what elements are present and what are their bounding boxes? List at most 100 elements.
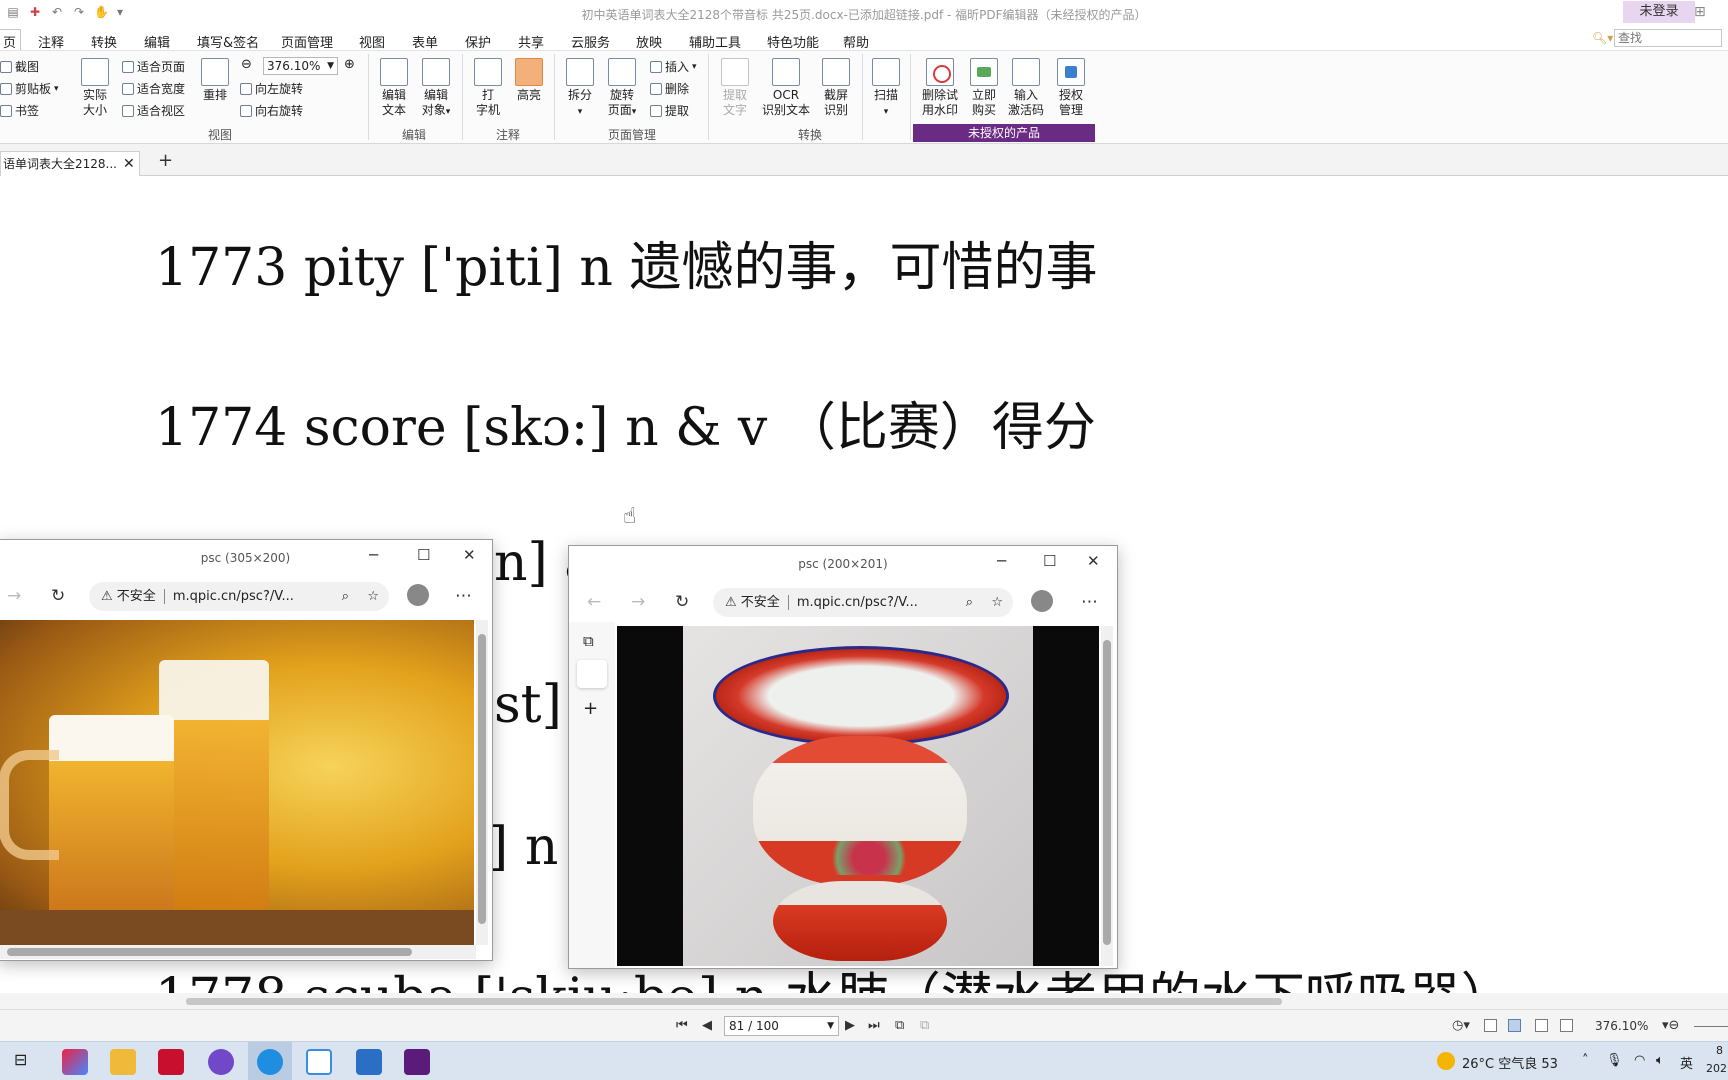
browser-popup-vase[interactable]: psc (200×201) ─ ☐ ✕ ← → ↻ ⚠ 不安全 m.qpic.cn… <box>568 545 1118 969</box>
scrollbar-thumb[interactable] <box>478 634 486 924</box>
status-zoom[interactable]: 376.10% <box>1595 1019 1648 1033</box>
app-blue-icon[interactable] <box>356 1049 382 1075</box>
zoom-out-icon[interactable]: ⊖ <box>241 57 252 72</box>
apps-grid-icon[interactable]: ⊞ <box>1694 4 1712 22</box>
volume-icon[interactable]: 🔈︎ <box>1656 1053 1664 1068</box>
actual-size-button[interactable]: 实际 大小 <box>80 58 110 118</box>
forward-icon[interactable]: → <box>7 586 21 606</box>
prev-page-icon[interactable]: ◀ <box>702 1018 712 1033</box>
tab-share[interactable]: 共享 <box>518 32 544 51</box>
microphone-icon[interactable]: 🎙︎ <box>1606 1053 1623 1068</box>
tab-slideshow[interactable]: 放映 <box>636 32 662 51</box>
foxit-icon[interactable] <box>158 1049 184 1075</box>
tab-fill-sign[interactable]: 填写&签名 <box>197 32 259 51</box>
zoom-select[interactable]: 376.10% ▼ <box>263 57 338 75</box>
tab-cloud[interactable]: 云服务 <box>571 32 610 51</box>
new-tab-icon[interactable]: + <box>158 150 173 171</box>
ime-indicator[interactable]: 英 <box>1680 1053 1693 1072</box>
zoom-slider[interactable] <box>1694 1026 1728 1027</box>
current-tab-thumbnail[interactable] <box>577 660 607 688</box>
edit-object-button[interactable]: 编辑 对象▾ <box>418 58 454 120</box>
close-icon[interactable]: ✕ <box>463 546 476 564</box>
clock-time[interactable]: 8 <box>1716 1044 1723 1057</box>
remove-watermark-button[interactable]: 删除试 用水印 <box>918 58 962 118</box>
horizontal-scrollbar[interactable] <box>0 945 476 959</box>
favorite-icon[interactable]: ☆ <box>991 588 1003 617</box>
scan-button[interactable]: 扫描 ▾ <box>870 58 902 120</box>
task-view-icon[interactable]: ⊟ <box>14 1050 27 1069</box>
facing-page-icon[interactable] <box>1535 1019 1548 1032</box>
horizontal-scrollbar[interactable] <box>0 993 1728 1009</box>
minimize-icon[interactable]: ─ <box>997 552 1006 570</box>
more-options-icon[interactable]: ⋯ <box>1081 592 1098 612</box>
tab-actions-icon[interactable]: ⧉ <box>583 632 594 650</box>
weather-text[interactable]: 26°C 空气良 53 <box>1462 1053 1558 1072</box>
last-page-icon[interactable]: ⏭ <box>868 1018 880 1033</box>
scrollbar-thumb[interactable] <box>7 948 412 956</box>
reflow-button[interactable]: 重排 <box>200 58 230 103</box>
license-manage-button[interactable]: 授权 管理 <box>1054 58 1088 118</box>
address-bar[interactable]: ⚠ 不安全 m.qpic.cn/psc?/V... ⌕ ☆ <box>89 582 389 611</box>
minimize-icon[interactable]: ─ <box>369 546 378 564</box>
tab-features[interactable]: 特色功能 <box>767 32 819 51</box>
more-options-icon[interactable]: ⋯ <box>455 586 472 606</box>
network-icon[interactable]: ◠ <box>1634 1053 1645 1068</box>
close-icon[interactable]: ✕ <box>123 152 135 176</box>
next-page-icon[interactable]: ▶ <box>845 1018 855 1033</box>
zoom-in-icon[interactable]: ⊕ <box>344 57 355 72</box>
page-number-input[interactable]: 81 / 100 ▼ <box>724 1016 839 1036</box>
forward-icon[interactable]: → <box>631 592 645 612</box>
edit-text-button[interactable]: 编辑 文本 <box>378 58 410 118</box>
zoom-icon[interactable]: ⌕ <box>342 582 349 611</box>
rotate-page-button[interactable]: 旋转 页面▾ <box>604 58 640 120</box>
profile-avatar[interactable] <box>407 584 429 606</box>
app-circle-icon[interactable] <box>208 1049 234 1075</box>
extract-page-button[interactable]: 提取 <box>650 102 689 119</box>
tab-page-management[interactable]: 页面管理 <box>281 32 333 51</box>
delete-page-button[interactable]: 删除 <box>650 80 689 97</box>
tab-convert[interactable]: 转换 <box>91 32 117 51</box>
back-icon[interactable]: ← <box>587 592 601 612</box>
file-explorer-icon[interactable] <box>110 1049 136 1075</box>
vertical-scrollbar[interactable] <box>476 620 488 945</box>
refresh-icon[interactable]: ↻ <box>51 586 65 606</box>
clock-date[interactable]: 202 <box>1706 1062 1727 1075</box>
first-page-icon[interactable]: ⏮ <box>676 1018 688 1033</box>
prev-view-icon[interactable]: ⧉ <box>895 1018 904 1033</box>
bookmark-button[interactable]: 书签 <box>0 102 39 119</box>
close-icon[interactable]: ✕ <box>1087 552 1100 570</box>
address-bar[interactable]: ⚠ 不安全 m.qpic.cn/psc?/V... ⌕ ☆ <box>713 588 1013 617</box>
split-button[interactable]: 拆分 ▾ <box>565 58 595 120</box>
activate-code-button[interactable]: 输入 激活码 <box>1006 58 1046 118</box>
app-pinned-icon[interactable] <box>62 1049 88 1075</box>
fit-width-button[interactable]: 适合宽度 <box>122 80 185 97</box>
highlight-button[interactable]: 高亮 <box>514 58 544 103</box>
tab-edit[interactable]: 编辑 <box>144 32 170 51</box>
show-hidden-icons-icon[interactable]: ˄ <box>1582 1053 1589 1068</box>
ocr-button[interactable]: OCR 识别文本 <box>760 58 812 118</box>
extract-text-button[interactable]: 提取 文字 <box>720 58 750 118</box>
clipboard-button[interactable]: 剪贴板 ▾ <box>0 80 59 97</box>
zoom-icon[interactable]: ⌕ <box>966 588 973 617</box>
continuous-facing-icon[interactable] <box>1560 1019 1573 1032</box>
profile-avatar[interactable] <box>1031 590 1053 612</box>
new-tab-icon[interactable]: + <box>583 698 598 719</box>
buy-now-button[interactable]: 立即 购买 <box>968 58 1000 118</box>
reading-mode-icon[interactable]: ◷▾ <box>1452 1018 1470 1033</box>
fit-view-button[interactable]: 适合视区 <box>122 102 185 119</box>
tab-accessibility[interactable]: 辅助工具 <box>689 32 741 51</box>
insert-page-button[interactable]: 插入 ▾ <box>650 58 697 75</box>
single-page-icon[interactable] <box>1484 1019 1497 1032</box>
next-view-icon[interactable]: ⧉ <box>920 1018 929 1033</box>
continuous-page-icon[interactable] <box>1508 1019 1521 1032</box>
tab-view[interactable]: 视图 <box>359 32 385 51</box>
tab-home[interactable]: 页 <box>0 29 22 51</box>
photos-app-icon[interactable] <box>306 1049 332 1075</box>
tab-comment[interactable]: 注释 <box>38 32 64 51</box>
refresh-icon[interactable]: ↻ <box>675 592 689 612</box>
snapshot-button[interactable]: 截图 <box>0 58 39 75</box>
document-tab[interactable]: 语单词表大全2128... ✕ <box>0 151 140 176</box>
tab-protect[interactable]: 保护 <box>465 32 491 51</box>
edge-browser-icon[interactable] <box>257 1049 283 1075</box>
tab-form[interactable]: 表单 <box>412 32 438 51</box>
